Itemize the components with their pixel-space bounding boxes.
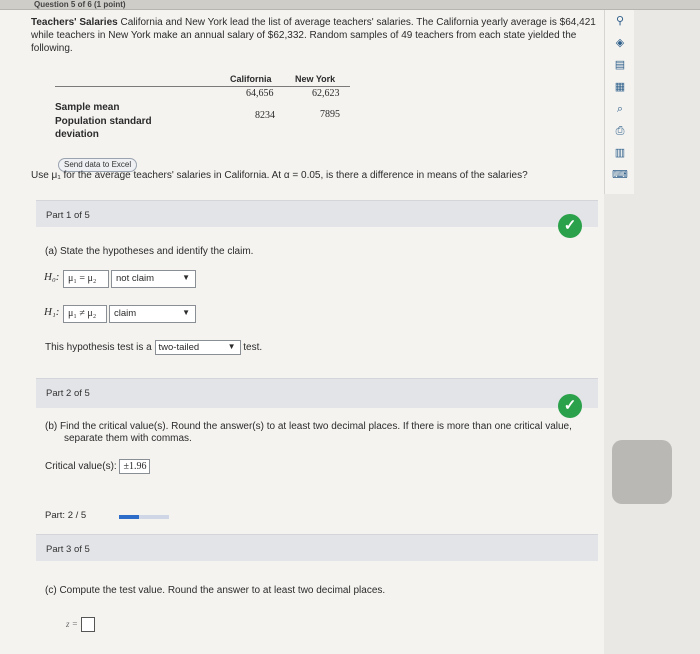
question-label: Question 5 of 6 (1 point)	[34, 0, 126, 9]
h1-claim-value: claim	[114, 308, 137, 319]
question-page: Teachers' Salaries California and New Yo…	[0, 10, 604, 654]
h0-label: H₀:	[44, 271, 60, 283]
calculator-icon[interactable]: ▦	[610, 78, 630, 96]
progress-bar	[119, 515, 169, 519]
part3-header: Part 3 of 5	[36, 534, 598, 561]
chevron-down-icon: ▼	[227, 342, 236, 351]
part2-header: Part 2 of 5	[36, 378, 598, 408]
notes-icon[interactable]: ▤	[610, 56, 630, 74]
row-label-sample-mean: Sample mean	[55, 102, 120, 113]
part1-header: Part 1 of 5	[36, 200, 598, 227]
problem-question: Use μ₁ for the average teachers' salarie…	[31, 170, 528, 181]
part-progress: Part: 2 / 5	[45, 510, 245, 524]
problem-title: Teachers' Salaries	[31, 17, 118, 28]
part3-panel: Part 3 of 5 (c) Compute the test value. …	[36, 534, 598, 654]
h1-expression-field[interactable]: μ₁ ≠ μ₂	[63, 305, 107, 323]
part3-prompt: (c) Compute the test value. Round the an…	[45, 585, 386, 596]
cell-california-mean: 64,656	[246, 88, 274, 99]
h1-label: H₁:	[44, 306, 60, 318]
column-header-new-york: New York	[295, 74, 336, 84]
progress-label: Part: 2 / 5	[45, 510, 87, 521]
part2-check-icon: ✓	[558, 394, 582, 418]
h0-claim-value: not claim	[116, 273, 155, 284]
pin-icon[interactable]: ⚲	[610, 12, 630, 30]
critical-value-label: Critical value(s):	[45, 461, 117, 473]
table-rule	[55, 86, 350, 87]
cell-new-york-sd: 7895	[320, 109, 340, 120]
h0-expression-field[interactable]: μ₁ = μ₂	[63, 270, 109, 288]
test-type-sentence: This hypothesis test is a two-tailed ▼ t…	[45, 340, 262, 355]
critical-value-row: Critical value(s): ±1.96	[45, 459, 151, 474]
part1-check-icon: ✓	[558, 214, 582, 238]
bar-chart-icon[interactable]: ▥	[610, 144, 630, 162]
chevron-down-icon: ▼	[182, 308, 190, 317]
test-type-suffix: test.	[243, 342, 263, 354]
top-bar: Question 5 of 6 (1 point)	[0, 0, 700, 10]
part1-prompt: (a) State the hypotheses and identify th…	[45, 246, 254, 257]
print-icon[interactable]: ⎙	[610, 122, 630, 140]
z-answer-input[interactable]	[80, 617, 95, 632]
cell-new-york-mean: 62,623	[312, 88, 340, 99]
cell-california-sd: 8234	[255, 110, 275, 121]
z-label: z =	[66, 619, 78, 630]
search-icon[interactable]: ⌕	[610, 100, 630, 118]
part2-prompt: (b) Find the critical value(s). Round th…	[45, 421, 572, 444]
test-type-value: two-tailed	[158, 342, 200, 353]
part1-panel: Part 1 of 5 ✓ (a) State the hypotheses a…	[36, 200, 598, 380]
problem-intro: Teachers' Salaries California and New Yo…	[31, 16, 596, 55]
check-shield-icon[interactable]: ◈	[610, 34, 630, 52]
row-label-population-sd: Population standard deviation	[55, 116, 152, 140]
progress-bar-fill	[119, 515, 139, 519]
floating-overlay-button[interactable]	[612, 440, 672, 504]
keyboard-icon[interactable]: ⌨	[610, 166, 630, 184]
part2-panel: Part 2 of 5 ✓ (b) Find the critical valu…	[36, 378, 598, 488]
column-header-california: California	[230, 74, 272, 84]
h0-claim-select[interactable]: not claim ▼	[111, 270, 196, 288]
right-toolbar: ⚲ ◈ ▤ ▦ ⌕ ⎙ ▥ ⌨	[604, 10, 634, 194]
h1-claim-select[interactable]: claim ▼	[109, 305, 196, 323]
chevron-down-icon: ▼	[182, 273, 190, 282]
test-type-select[interactable]: two-tailed ▼	[154, 340, 241, 355]
critical-value-field[interactable]: ±1.96	[119, 459, 151, 474]
z-answer-row: z =	[66, 617, 95, 632]
test-type-prefix: This hypothesis test is a	[45, 342, 152, 354]
